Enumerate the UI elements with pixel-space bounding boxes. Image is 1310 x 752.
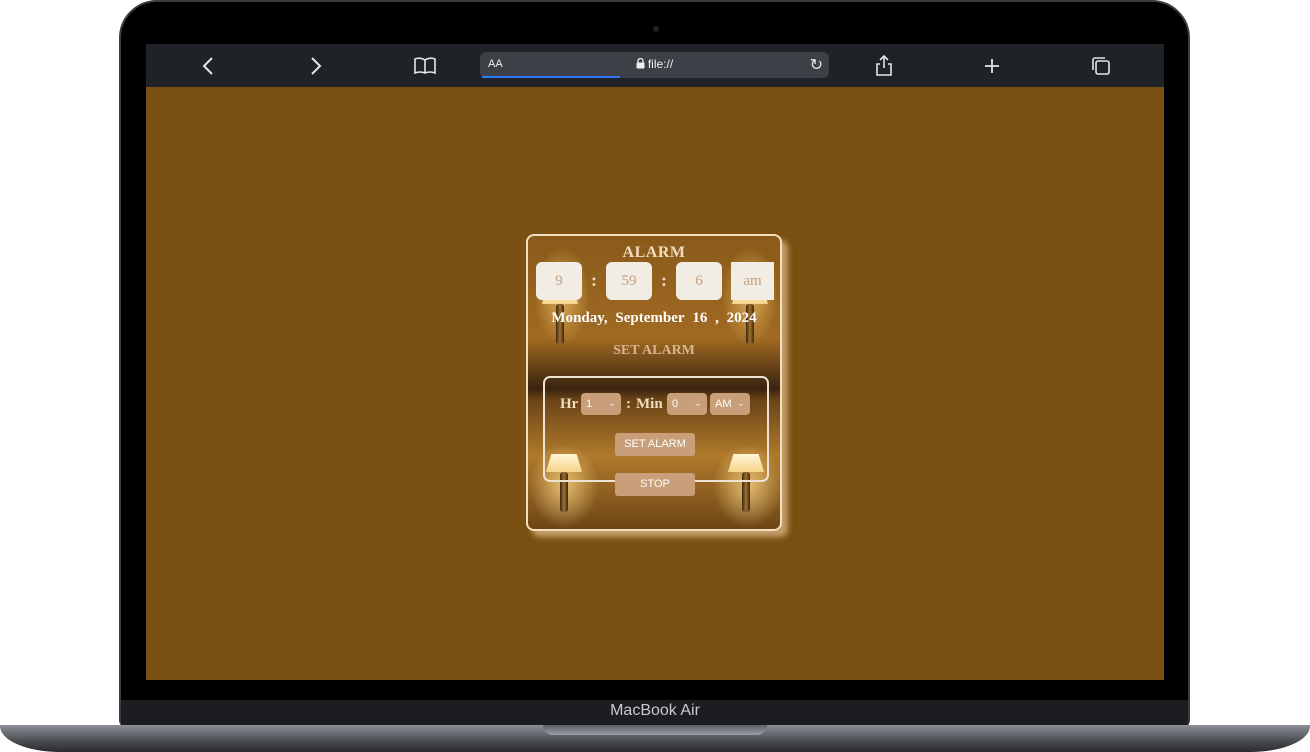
laptop-notch: [543, 725, 767, 735]
hour-select-value: 1: [586, 398, 593, 410]
browser-toolbar: AA file:// ↻: [146, 44, 1164, 87]
book-icon[interactable]: [411, 52, 439, 80]
minute-select-value: 0: [672, 398, 679, 410]
hour-display: 9: [536, 262, 582, 300]
alarm-title: ALARM: [622, 244, 686, 261]
period-display: am: [731, 262, 774, 300]
set-alarm-heading: SET ALARM: [613, 343, 695, 358]
hour-select[interactable]: 1 ⌄: [581, 393, 621, 415]
select-separator: :: [626, 396, 631, 412]
day-text: 16: [692, 310, 708, 326]
chevron-down-icon: ⌄: [693, 398, 702, 409]
time-separator: :: [661, 270, 667, 290]
camera-icon: [653, 26, 659, 32]
minute-display: 59: [606, 262, 652, 300]
set-alarm-button[interactable]: SET ALARM: [615, 433, 695, 456]
period-select-value: AM: [715, 398, 732, 410]
minute-select[interactable]: 0 ⌄: [667, 393, 707, 415]
date-display: Monday, September 16 , 2024: [528, 310, 780, 327]
period-select[interactable]: AM ⌄: [710, 393, 750, 415]
set-alarm-form: Hr 1 ⌄ : Min 0 ⌄ AM ⌄: [543, 376, 769, 482]
plus-icon[interactable]: [978, 52, 1006, 80]
url-text: file://: [647, 57, 674, 71]
chevron-right-icon[interactable]: [302, 52, 330, 80]
minute-label: Min: [636, 396, 663, 412]
lock-icon: [636, 57, 645, 69]
second-display: 6: [676, 262, 722, 300]
page-load-progress: [482, 76, 620, 78]
weekday-text: Monday,: [551, 310, 608, 326]
month-text: September: [615, 310, 685, 326]
reload-icon[interactable]: ↻: [810, 55, 823, 75]
stop-button[interactable]: STOP: [615, 473, 695, 496]
chevron-down-icon: ⌄: [736, 398, 745, 409]
chevron-left-icon[interactable]: [194, 52, 222, 80]
address-bar[interactable]: AA file:// ↻: [480, 52, 829, 78]
time-separator: :: [591, 270, 597, 290]
year-text: 2024: [726, 310, 757, 326]
date-comma: ,: [715, 310, 719, 326]
model-label: MacBook Air: [610, 702, 700, 719]
chevron-down-icon: ⌄: [607, 398, 616, 409]
browser-screen: AA file:// ↻ ALARM 9 : 59 : 6 am Monday,: [146, 44, 1164, 680]
hour-label: Hr: [560, 396, 579, 412]
tabs-icon[interactable]: [1087, 52, 1115, 80]
alarm-card: ALARM 9 : 59 : 6 am Monday, September 16…: [526, 234, 782, 531]
share-icon[interactable]: [870, 52, 898, 80]
